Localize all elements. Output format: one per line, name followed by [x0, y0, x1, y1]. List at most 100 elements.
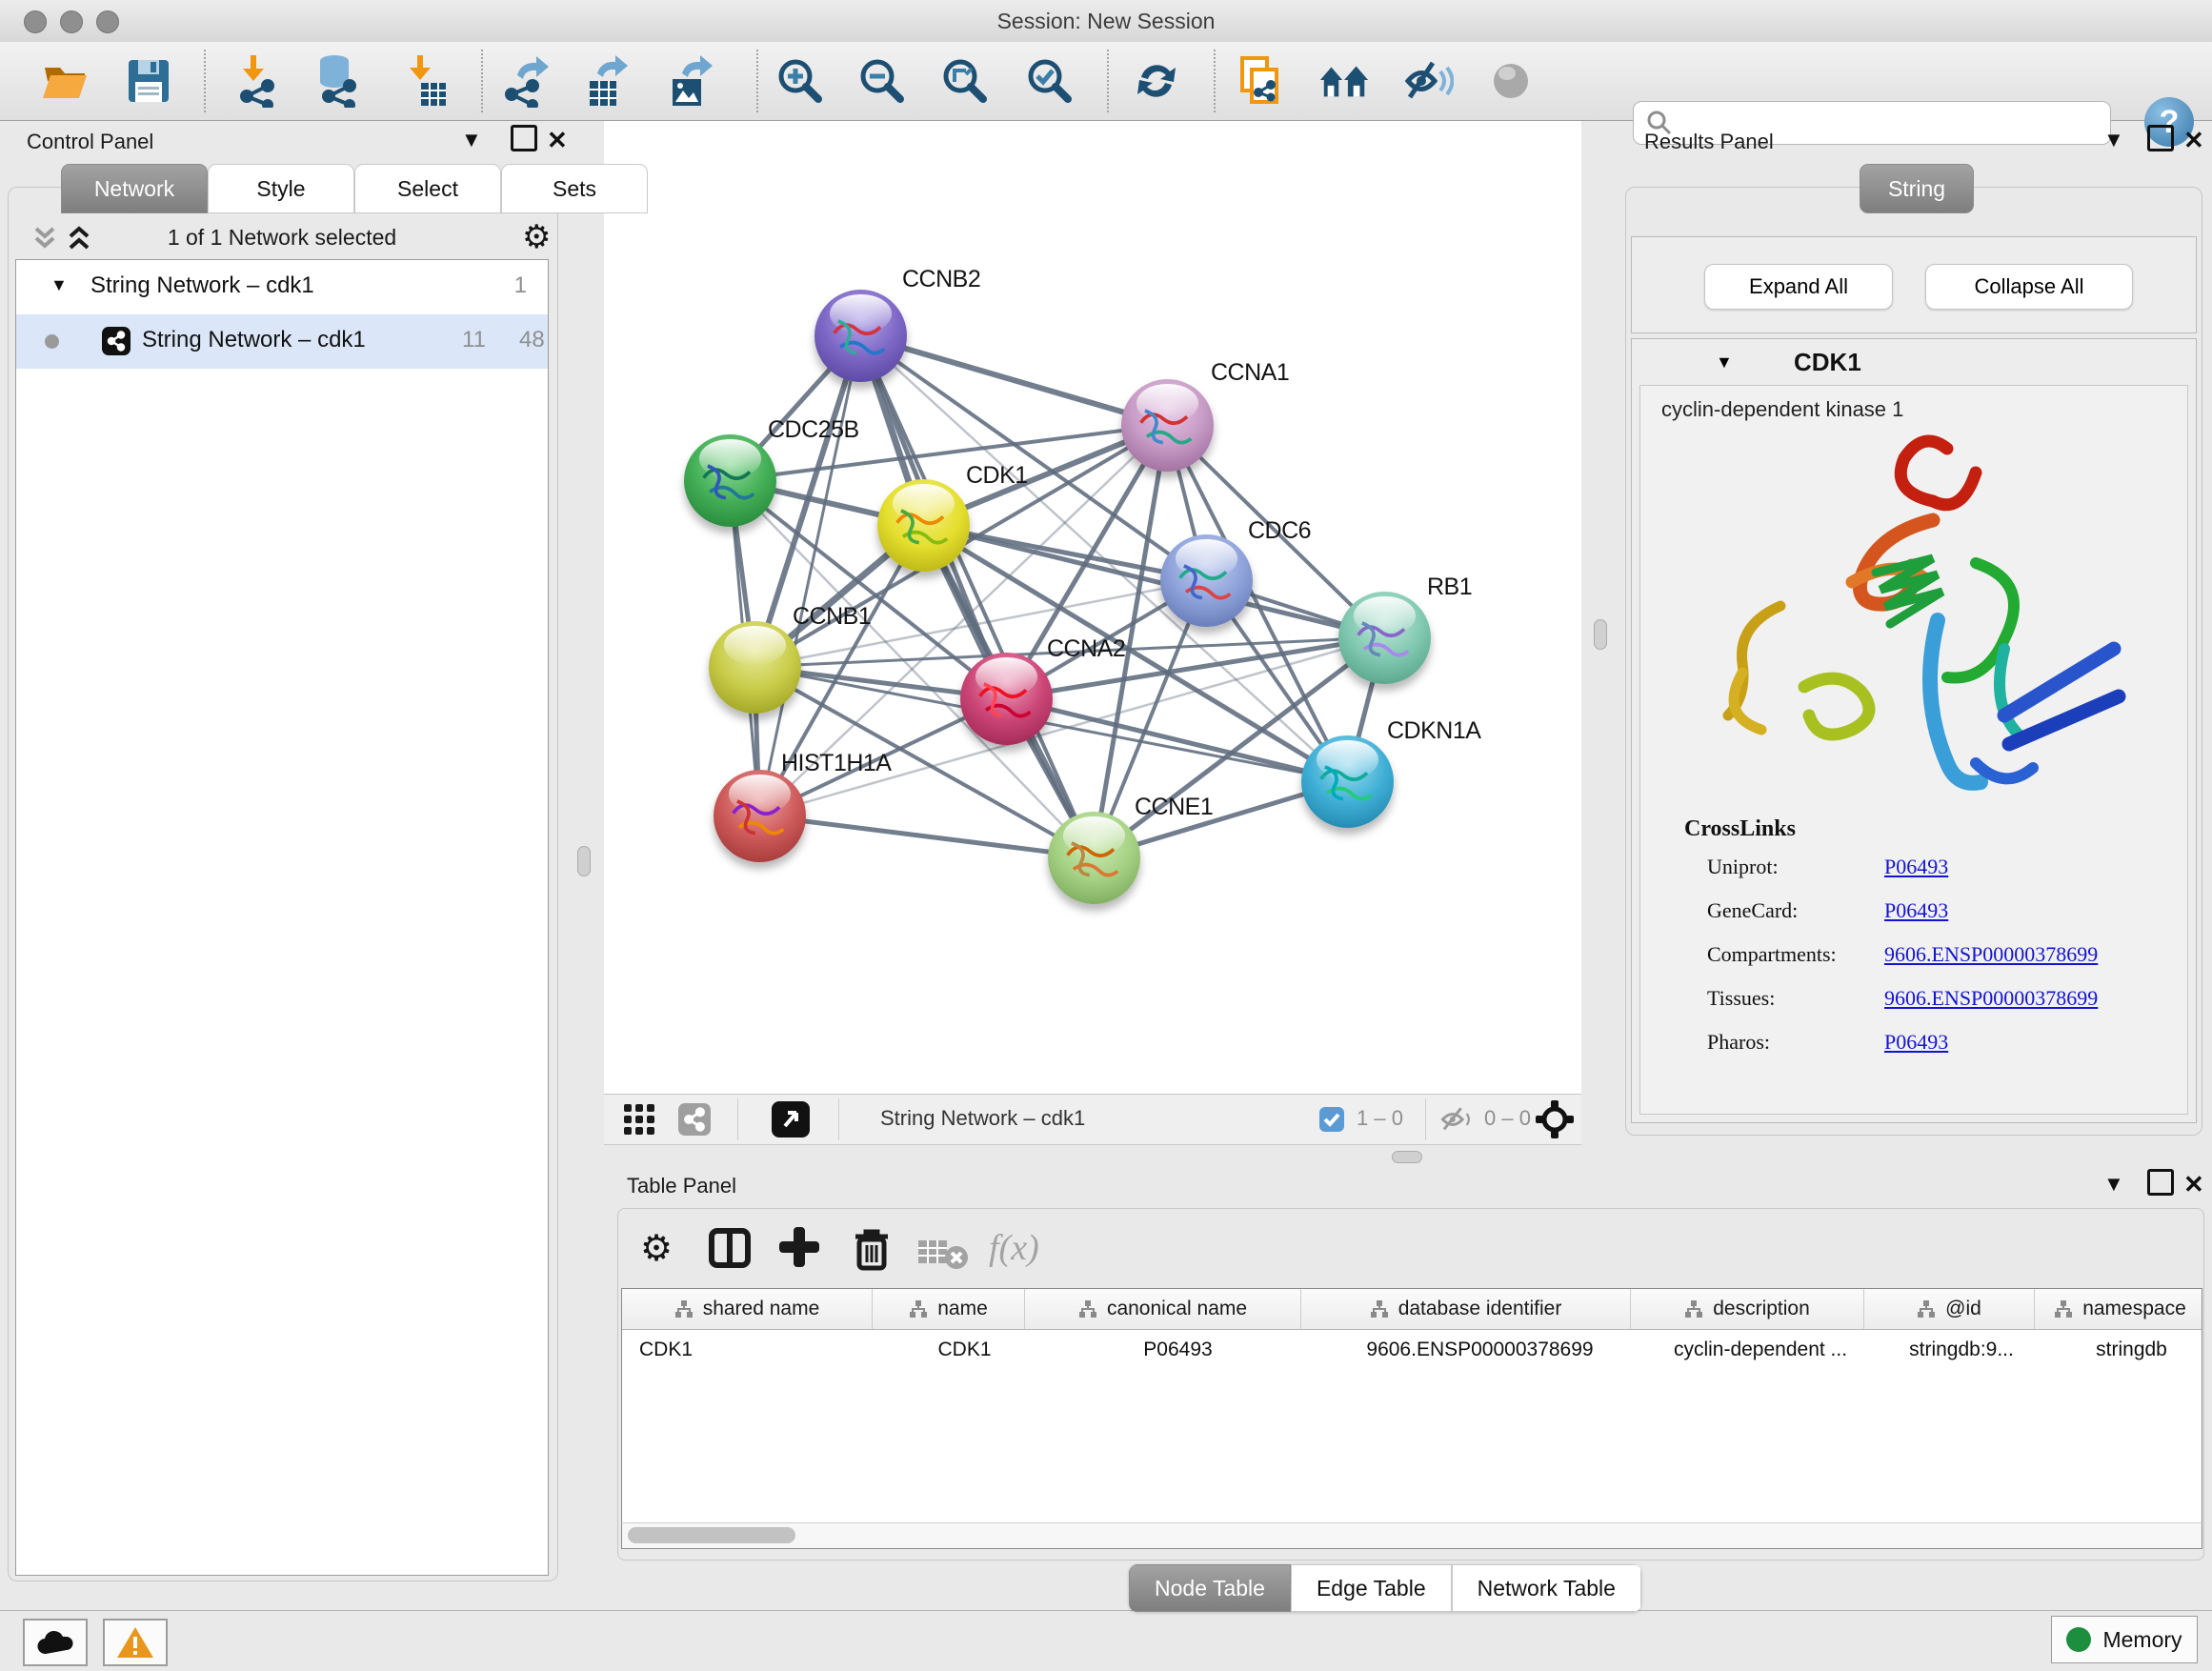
edge-CCNB2-HIST1H1A[interactable]: [759, 335, 860, 815]
node-rb1[interactable]: [1338, 592, 1431, 684]
cell-namespace[interactable]: stringdb: [2046, 1329, 2202, 1371]
column-header-database-identifier[interactable]: database identifier: [1301, 1289, 1631, 1329]
table-panel-close-icon[interactable]: ✕: [2183, 1170, 2204, 1199]
grid-view-icon[interactable]: [623, 1103, 655, 1136]
control-panel-float-icon[interactable]: [511, 125, 537, 157]
horizontal-splitter-grip[interactable]: [1392, 1151, 1422, 1163]
cloud-button[interactable]: [23, 1619, 88, 1666]
cell-description[interactable]: cyclin-dependent ...: [1644, 1329, 1877, 1371]
control-panel-menu-icon[interactable]: ▼: [461, 128, 482, 152]
table-panel-float-icon[interactable]: [2147, 1169, 2174, 1201]
crosslink-value-link[interactable]: P06493: [1884, 898, 1948, 923]
export-network-file-button[interactable]: [498, 54, 552, 108]
column-header-description[interactable]: description: [1631, 1289, 1864, 1329]
expand-all-button[interactable]: Expand All: [1704, 264, 1893, 310]
table-tabs: Node TableEdge TableNetwork Table: [1129, 1564, 1641, 1612]
node-cdc25b[interactable]: [684, 434, 776, 527]
save-session-button[interactable]: [122, 54, 175, 108]
import-network-database-button[interactable]: [311, 54, 364, 108]
cell-shared-name[interactable]: CDK1: [622, 1329, 889, 1371]
import-table-file-button[interactable]: [398, 54, 452, 108]
warnings-button[interactable]: [103, 1619, 168, 1666]
table-row[interactable]: CDK1CDK1P064939606.ENSP00000378699cyclin…: [622, 1329, 2202, 1371]
tab-style[interactable]: Style: [208, 164, 354, 213]
edge-HIST1H1A-CCNE1[interactable]: [759, 815, 1094, 857]
node-cdk1[interactable]: [877, 479, 970, 572]
show-all-button[interactable]: [1484, 54, 1538, 108]
tab-network-table[interactable]: Network Table: [1452, 1564, 1641, 1612]
tab-select[interactable]: Select: [354, 164, 501, 213]
zoom-in-button[interactable]: [774, 54, 827, 108]
node-ccna1[interactable]: [1121, 379, 1214, 472]
collapse-triangle-icon[interactable]: ▼: [50, 275, 68, 295]
network-tree-child-row[interactable]: String Network – cdk1 11 48: [16, 314, 548, 369]
network-canvas[interactable]: CCNB2CCNA1CDC25BCDK1CDC6RB1CCNB1CCNA2CDK…: [604, 121, 1581, 1094]
zoom-selected-button[interactable]: [1023, 54, 1076, 108]
edge-CCNB2-CCNE1[interactable]: [860, 335, 1094, 857]
crosslink-value-link[interactable]: P06493: [1884, 855, 1948, 879]
collapse-triangle-icon[interactable]: ▼: [1716, 352, 1733, 372]
export-image-button[interactable]: [663, 54, 716, 108]
crosslink-value-link[interactable]: 9606.ENSP00000378699: [1884, 942, 2098, 967]
node-cdc6[interactable]: [1160, 534, 1253, 627]
network-options-gear-icon[interactable]: ⚙: [522, 221, 551, 253]
tab-sets[interactable]: Sets: [501, 164, 648, 213]
crosslink-value-link[interactable]: P06493: [1884, 1030, 1948, 1055]
column-header-canonical-name[interactable]: canonical name: [1025, 1289, 1301, 1329]
table-horizontal-scrollbar[interactable]: [621, 1522, 2202, 1549]
node-label-ccnb2: CCNB2: [902, 266, 980, 293]
tab-edge-table[interactable]: Edge Table: [1291, 1564, 1452, 1612]
node-ccnb1[interactable]: [709, 621, 801, 714]
table-options-gear-icon[interactable]: ⚙: [640, 1231, 673, 1267]
network-view-share-icon[interactable]: [678, 1103, 711, 1136]
tab-network[interactable]: Network: [61, 164, 208, 213]
gene-section-header[interactable]: ▼ CDK1: [1632, 339, 2196, 383]
results-panel-float-icon[interactable]: [2147, 125, 2174, 157]
delete-column-trash-icon[interactable]: [850, 1225, 894, 1273]
results-panel-close-icon[interactable]: ✕: [2183, 126, 2204, 155]
detach-view-button[interactable]: [772, 1101, 810, 1137]
cell-canonical-name[interactable]: P06493: [1040, 1329, 1316, 1371]
collapse-all-button[interactable]: Collapse All: [1925, 264, 2133, 310]
crosshair-icon[interactable]: [1536, 1100, 1574, 1138]
tab-string[interactable]: String: [1860, 164, 1974, 213]
control-panel-close-icon[interactable]: ✕: [547, 126, 568, 155]
memory-label: Memory: [2102, 1627, 2182, 1653]
show-columns-icon[interactable]: [707, 1225, 753, 1271]
apply-layout-button[interactable]: [1130, 54, 1183, 108]
left-splitter-grip[interactable]: [577, 846, 591, 876]
node-ccne1[interactable]: [1048, 812, 1140, 904]
cell-name[interactable]: CDK1: [889, 1329, 1040, 1371]
network-tree-root-row[interactable]: ▼ String Network – cdk1 1: [16, 260, 548, 314]
table-panel-menu-icon[interactable]: ▼: [2103, 1172, 2124, 1197]
tab-node-table[interactable]: Node Table: [1129, 1564, 1291, 1612]
node-hist1h1a[interactable]: [714, 770, 806, 862]
selected-checkbox-icon[interactable]: [1319, 1107, 1344, 1132]
clone-network-button[interactable]: [1234, 54, 1287, 108]
import-network-file-button[interactable]: [231, 54, 285, 108]
import-database-icon: [312, 54, 363, 108]
add-column-icon[interactable]: [777, 1225, 821, 1269]
node-ccna2[interactable]: [960, 653, 1053, 745]
hide-selected-button[interactable]: [1401, 54, 1455, 108]
memory-button[interactable]: Memory: [2051, 1616, 2198, 1663]
crosslink-value-link[interactable]: 9606.ENSP00000378699: [1884, 986, 2098, 1011]
open-session-button[interactable]: [38, 54, 91, 108]
cell-database-identifier[interactable]: 9606.ENSP00000378699: [1316, 1329, 1644, 1371]
node-ccnb2[interactable]: [814, 290, 907, 382]
gene-symbol: CDK1: [1794, 348, 1861, 377]
zoom-fit-button[interactable]: [938, 54, 992, 108]
column-header--id[interactable]: @id: [1864, 1289, 2035, 1329]
column-header-shared-name[interactable]: shared name: [622, 1289, 873, 1329]
results-panel-menu-icon[interactable]: ▼: [2103, 128, 2124, 152]
export-table-file-button[interactable]: [580, 54, 633, 108]
right-splitter-grip[interactable]: [1594, 619, 1607, 650]
column-header-name[interactable]: name: [873, 1289, 1025, 1329]
scrollbar-thumb[interactable]: [628, 1527, 795, 1543]
zoom-out-button[interactable]: [855, 54, 909, 108]
column-header-namespace[interactable]: namespace: [2035, 1289, 2202, 1329]
cell--id[interactable]: stringdb:9...: [1877, 1329, 2046, 1371]
first-neighbors-button[interactable]: [1318, 54, 1372, 108]
node-cdkn1a[interactable]: [1301, 735, 1394, 828]
edge-CCNB2-CCNA1[interactable]: [860, 335, 1167, 425]
